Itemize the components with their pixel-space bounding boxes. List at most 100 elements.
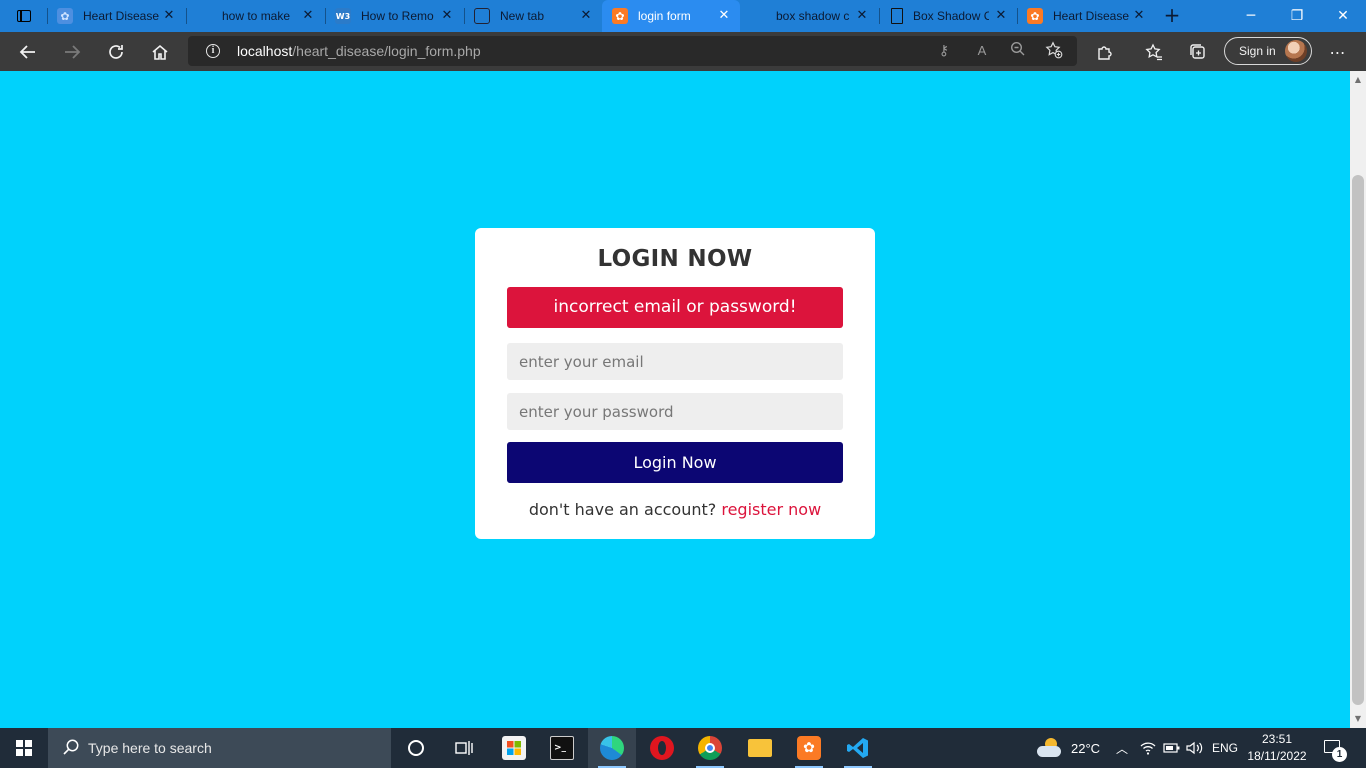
login-button[interactable]: Login Now: [507, 442, 843, 483]
home-icon: [152, 44, 168, 60]
window-close-button[interactable]: ✕: [1320, 0, 1366, 32]
cortana-button[interactable]: [392, 728, 440, 768]
windows-icon: [16, 740, 32, 756]
tab-how-to-make[interactable]: how to make ✕: [186, 0, 324, 32]
volume-button[interactable]: [1186, 728, 1204, 768]
url-text[interactable]: localhost/heart_disease/login_form.php: [237, 43, 481, 59]
address-bar[interactable]: i localhost/heart_disease/login_form.php…: [188, 36, 1077, 66]
clock-date: 18/11/2022: [1247, 749, 1307, 763]
xampp-icon: [612, 8, 628, 24]
tab-title: how to make: [222, 9, 291, 23]
taskbar-clock[interactable]: 23:51 18/11/2022: [1244, 731, 1310, 765]
tab-title: Heart Disease: [1053, 9, 1129, 23]
chrome-app[interactable]: [686, 728, 734, 768]
scrollbar-thumb[interactable]: [1352, 175, 1364, 705]
tab-separator: [186, 8, 187, 24]
tab-actions-button[interactable]: [8, 6, 40, 26]
show-hidden-icons-button[interactable]: ︿: [1116, 728, 1128, 768]
tab-login-form[interactable]: login form ✕: [602, 0, 740, 32]
tab-box-shadow-2[interactable]: Box Shadow C ✕: [879, 0, 1017, 32]
collections-button[interactable]: [1182, 36, 1214, 68]
network-button[interactable]: [1140, 728, 1156, 768]
tab-title: login form: [638, 9, 691, 23]
search-placeholder: Type here to search: [88, 740, 212, 756]
vertical-scrollbar[interactable]: ▲ ▼: [1350, 71, 1366, 728]
edge-icon: [600, 736, 624, 760]
tab-heart-disease-1[interactable]: Heart Disease ✕: [47, 0, 185, 32]
restore-button[interactable]: ❐: [1274, 0, 1320, 32]
more-icon: ⋯: [1329, 42, 1347, 62]
extensions-button[interactable]: [1089, 36, 1121, 68]
close-icon[interactable]: ✕: [854, 8, 870, 24]
taskbar-search[interactable]: Type here to search: [48, 728, 391, 768]
notification-count-badge: 1: [1332, 747, 1347, 762]
close-icon[interactable]: ✕: [716, 8, 732, 24]
tab-heart-disease-2[interactable]: Heart Disease ✕: [1017, 0, 1155, 32]
scroll-down-icon[interactable]: ▼: [1350, 712, 1366, 726]
register-prompt-text: don't have an account?: [528, 500, 717, 519]
wifi-icon: [1140, 742, 1156, 755]
vscode-app[interactable]: [834, 728, 882, 768]
battery-icon: [1163, 743, 1180, 753]
weather-icon: [1037, 738, 1063, 758]
sign-in-button[interactable]: Sign in: [1224, 37, 1312, 65]
tab-title: New tab: [500, 9, 545, 23]
tab-title: How to Remo: [361, 9, 434, 23]
key-icon[interactable]: ⚷: [934, 41, 954, 61]
close-icon[interactable]: ✕: [300, 8, 316, 24]
refresh-icon: [109, 45, 123, 59]
favorites-button[interactable]: [1138, 36, 1170, 68]
clock-time: 23:51: [1261, 732, 1293, 746]
register-link[interactable]: register now: [721, 500, 821, 519]
edge-app[interactable]: [588, 728, 636, 768]
close-icon[interactable]: ✕: [1131, 8, 1147, 24]
add-favorite-icon[interactable]: [1044, 41, 1064, 61]
tab-how-to-remove[interactable]: W3 How to Remo ✕: [325, 0, 463, 32]
file-explorer-app[interactable]: [736, 728, 784, 768]
scroll-up-icon[interactable]: ▲: [1350, 73, 1366, 87]
language-indicator[interactable]: ENG: [1212, 728, 1238, 768]
register-prompt: don't have an account? register now: [475, 500, 875, 519]
login-card: LOGIN NOW incorrect email or password! L…: [475, 228, 875, 539]
close-icon[interactable]: ✕: [161, 8, 177, 24]
close-icon[interactable]: ✕: [439, 8, 455, 24]
search-icon: [62, 738, 82, 758]
close-icon[interactable]: ✕: [578, 8, 594, 24]
zoom-out-icon[interactable]: [1008, 41, 1028, 61]
home-button[interactable]: [144, 36, 176, 68]
read-aloud-icon[interactable]: A: [972, 41, 992, 61]
tab-separator: [464, 8, 465, 24]
tab-title: Box Shadow C: [913, 9, 989, 23]
back-button[interactable]: [12, 36, 44, 68]
browser-toolbar: i localhost/heart_disease/login_form.php…: [0, 32, 1366, 71]
folder-icon: [748, 739, 772, 757]
xampp-icon: [57, 8, 73, 24]
password-field[interactable]: [507, 393, 843, 430]
email-field[interactable]: [507, 343, 843, 380]
notifications-button[interactable]: 1: [1322, 738, 1347, 762]
weather-widget[interactable]: 22°C: [1037, 728, 1100, 768]
battery-button[interactable]: [1163, 728, 1181, 768]
minimize-button[interactable]: ─: [1228, 0, 1274, 32]
tab-new-tab[interactable]: New tab ✕: [464, 0, 602, 32]
terminal-app[interactable]: >_: [538, 728, 586, 768]
opera-app[interactable]: [638, 728, 686, 768]
site-info-icon[interactable]: i: [206, 44, 220, 58]
tab-separator: [879, 8, 880, 24]
chevron-up-icon: ︿: [1116, 741, 1129, 756]
xampp-icon: ✿: [797, 736, 821, 760]
close-icon[interactable]: ✕: [993, 8, 1009, 24]
task-view-button[interactable]: [440, 728, 488, 768]
vscode-icon: [846, 736, 870, 760]
edge-icon: [196, 8, 212, 24]
forward-button[interactable]: [56, 36, 88, 68]
start-button[interactable]: [0, 728, 48, 768]
xampp-app[interactable]: ✿: [785, 728, 833, 768]
puzzle-icon: [1098, 46, 1112, 60]
refresh-button[interactable]: [100, 36, 132, 68]
opera-icon: [650, 736, 674, 760]
store-app[interactable]: [490, 728, 538, 768]
settings-menu-button[interactable]: ⋯: [1322, 36, 1354, 68]
tab-box-shadow-1[interactable]: box shadow c ✕: [740, 0, 878, 32]
new-tab-button[interactable]: +: [1162, 5, 1182, 26]
